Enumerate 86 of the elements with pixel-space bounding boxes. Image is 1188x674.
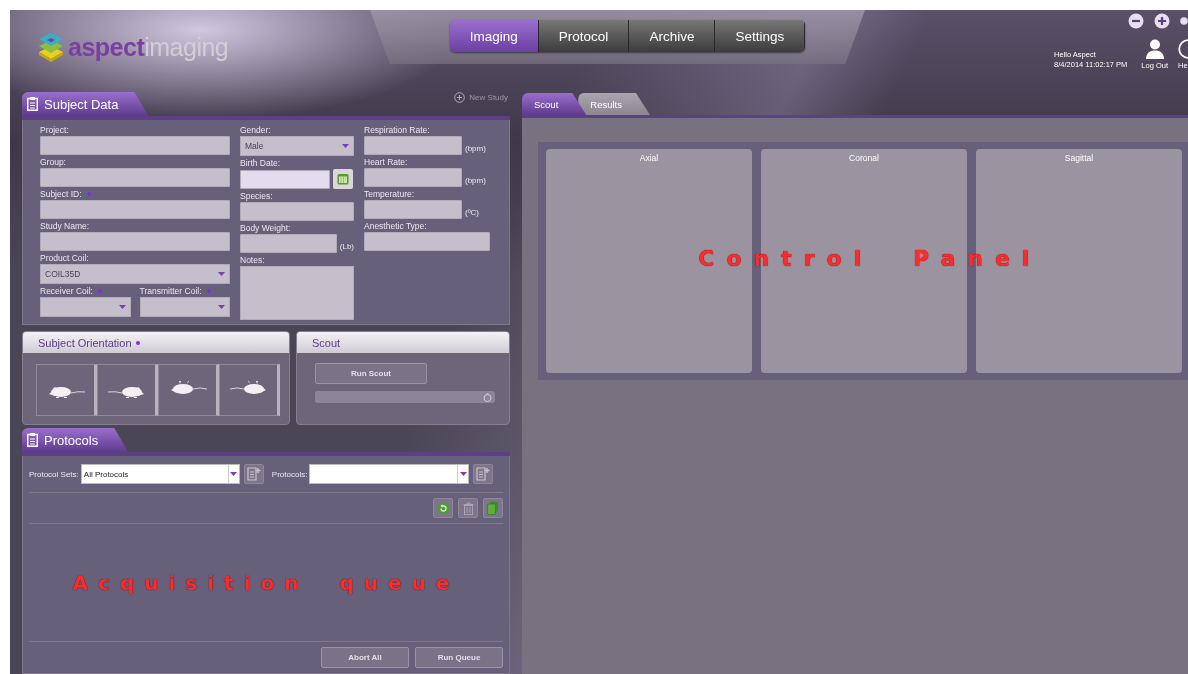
field-label: Respiration Rate: bbox=[364, 125, 430, 135]
field-label: Species: bbox=[240, 191, 273, 201]
orientation-option[interactable] bbox=[36, 364, 97, 416]
section-title: Subject Data bbox=[44, 96, 119, 112]
field-label: Gender: bbox=[240, 125, 271, 135]
orientation-option[interactable] bbox=[219, 364, 280, 416]
tool-button[interactable] bbox=[433, 498, 453, 518]
text-field[interactable] bbox=[364, 200, 462, 219]
date-field[interactable] bbox=[240, 170, 330, 189]
dropdown[interactable]: COIL35D bbox=[40, 264, 230, 284]
field-label: Notes: bbox=[240, 255, 265, 265]
person-icon bbox=[1145, 39, 1164, 59]
panel-title: Subject Orientation bbox=[38, 336, 132, 349]
view-tab[interactable]: Results bbox=[578, 93, 650, 115]
copy-icon bbox=[487, 501, 499, 515]
caret-icon bbox=[218, 272, 225, 276]
text-field[interactable] bbox=[40, 136, 230, 155]
unit-label: (bpm) bbox=[465, 176, 486, 187]
text-field[interactable] bbox=[364, 232, 490, 251]
reload-icon bbox=[436, 501, 450, 515]
dropdown[interactable] bbox=[40, 297, 131, 317]
nav-tab[interactable]: Archive bbox=[629, 20, 716, 52]
protocols-dropdown[interactable] bbox=[309, 464, 470, 484]
minus-icon[interactable] bbox=[1128, 13, 1144, 29]
field-label: Protocol Sets: bbox=[29, 469, 79, 479]
caret-icon bbox=[118, 305, 126, 309]
add-set-button[interactable] bbox=[243, 464, 264, 484]
unit-label: (ºC) bbox=[465, 208, 480, 219]
logo-cube-icon bbox=[38, 32, 64, 62]
unit-label: (Lb) bbox=[339, 242, 354, 253]
field-label: Product Coil: bbox=[40, 253, 89, 263]
add-list-icon bbox=[476, 467, 491, 481]
text-field[interactable] bbox=[40, 232, 230, 251]
field-label: Transmitter Coil: bbox=[139, 286, 202, 296]
section-title: Protocols bbox=[44, 432, 99, 448]
field-label: Heart Rate: bbox=[364, 157, 408, 167]
text-field[interactable] bbox=[364, 168, 462, 187]
annotation-text: Acquisition queue bbox=[72, 570, 460, 595]
field-label: Subject ID: bbox=[40, 189, 82, 199]
panel-title: Scout bbox=[312, 336, 341, 349]
protocol-sets-dropdown[interactable]: All Protocols bbox=[80, 464, 240, 484]
text-field[interactable] bbox=[364, 136, 462, 155]
text-field[interactable] bbox=[40, 200, 230, 219]
viewport-label: Axial bbox=[639, 153, 659, 163]
tool-button[interactable] bbox=[483, 498, 503, 518]
dropdown[interactable] bbox=[139, 297, 230, 317]
viewport-label: Sagittal bbox=[1064, 153, 1094, 163]
tool-button[interactable] bbox=[458, 498, 478, 518]
field-label: Temperature: bbox=[364, 189, 415, 199]
annotation-text: Control Panel bbox=[698, 246, 1042, 271]
field-label: Protocols: bbox=[271, 469, 308, 479]
add-protocol-button[interactable] bbox=[473, 464, 494, 484]
field-label: Group: bbox=[40, 157, 66, 167]
calendar-button[interactable] bbox=[333, 169, 353, 189]
trash-icon bbox=[462, 501, 474, 515]
field-label: Birth Date: bbox=[240, 158, 281, 168]
dropdown[interactable]: Male bbox=[240, 136, 354, 156]
caret-icon bbox=[230, 472, 238, 476]
calendar-icon bbox=[337, 173, 349, 185]
notes-field[interactable] bbox=[240, 266, 354, 320]
plus-circle-icon bbox=[454, 92, 466, 103]
nav-tab[interactable]: Imaging bbox=[449, 20, 539, 52]
nav-tab[interactable]: Protocol bbox=[538, 20, 630, 52]
field-label: Study Name: bbox=[40, 221, 90, 231]
clipboard-icon bbox=[27, 433, 38, 447]
add-list-icon bbox=[246, 467, 261, 481]
caret-icon bbox=[342, 144, 349, 148]
orientation-option[interactable] bbox=[158, 364, 219, 416]
unit-label: (bpm) bbox=[465, 144, 486, 155]
view-tab[interactable]: Scout bbox=[522, 93, 587, 115]
field-label: Project: bbox=[40, 125, 69, 135]
field-label: Anesthetic Type: bbox=[364, 221, 427, 231]
logo-text: aspectimaging bbox=[68, 32, 229, 62]
clipboard-icon bbox=[27, 97, 38, 111]
caret-icon bbox=[459, 472, 467, 476]
nav-tab[interactable]: Settings bbox=[715, 20, 806, 52]
new-study-link[interactable]: New Study bbox=[454, 92, 508, 103]
text-field[interactable] bbox=[240, 202, 354, 221]
field-label: Receiver Coil: bbox=[40, 286, 93, 296]
text-field[interactable] bbox=[240, 234, 337, 253]
text-field[interactable] bbox=[40, 168, 230, 187]
viewport-label: Coronal bbox=[849, 153, 879, 163]
field-label: Body Weight: bbox=[240, 223, 291, 233]
plus-icon[interactable] bbox=[1154, 13, 1170, 29]
caret-icon bbox=[218, 305, 225, 309]
orientation-option[interactable] bbox=[97, 364, 158, 416]
